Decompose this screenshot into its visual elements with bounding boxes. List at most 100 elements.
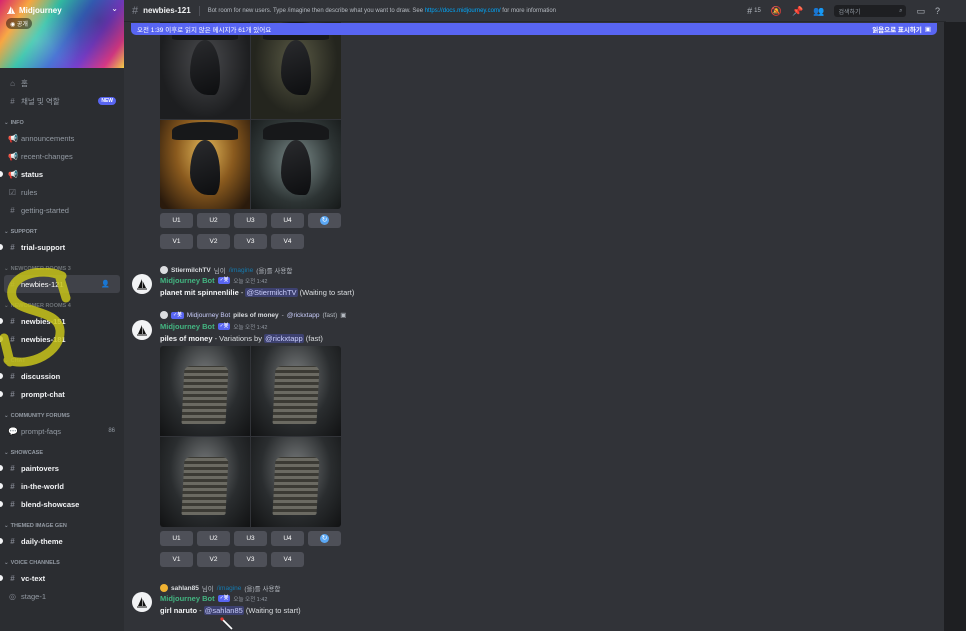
channel-prompt-chat[interactable]: # prompt-chat — [0, 385, 124, 403]
v3-button[interactable]: V3 — [234, 552, 267, 567]
user-mention[interactable]: @rickxtapp — [287, 312, 320, 319]
sidebar-item-home[interactable]: ⌂ 홈 — [0, 74, 124, 92]
category-newcomer-4[interactable]: ⌄ NEWCOMER ROOMS 4 — [0, 300, 124, 312]
channel-prompt-faqs[interactable]: 💬 prompt-faqs 86 — [0, 422, 124, 440]
image-tile[interactable] — [251, 22, 341, 119]
help-button[interactable]: ? — [935, 6, 940, 16]
unread-indicator — [0, 575, 3, 581]
u3-button[interactable]: U3 — [234, 531, 267, 546]
avatar — [160, 584, 168, 592]
channel-blend-showcase[interactable]: # blend-showcase — [0, 495, 124, 513]
v2-button[interactable]: V2 — [197, 552, 230, 567]
image-tile[interactable] — [251, 120, 341, 209]
image-tile[interactable] — [160, 22, 250, 119]
member-list-button[interactable]: 👥 — [813, 6, 824, 17]
docs-link[interactable]: https://docs.midjourney.com/ — [425, 8, 501, 14]
pinned-button[interactable]: 📌 — [792, 6, 803, 17]
v4-button[interactable]: V4 — [271, 552, 304, 567]
u4-button[interactable]: U4 — [271, 213, 304, 228]
reply-text: (fast) — [322, 311, 338, 319]
reply-username[interactable]: Midjourney Bot — [187, 312, 230, 319]
author-name[interactable]: Midjourney Bot — [160, 594, 215, 603]
sidebar-item-channels-roles[interactable]: # 채널 및 역할 NEW — [0, 92, 124, 110]
channel-daily-theme[interactable]: # daily-theme — [0, 532, 124, 550]
channel-newbies-121[interactable]: # newbies-121 👤 — [4, 275, 120, 293]
category-showcase[interactable]: ⌄ SHOWCASE — [0, 447, 124, 459]
channel-stage-1[interactable]: ◎ stage-1 — [0, 587, 124, 605]
channel-paintovers[interactable]: # paintovers — [0, 459, 124, 477]
channel-newbies-181[interactable]: # newbies-181 — [0, 330, 124, 348]
members-icon: 👥 — [813, 5, 825, 16]
u3-button[interactable]: U3 — [234, 213, 267, 228]
user-mention[interactable]: @StiermilchTV — [245, 288, 298, 297]
message-list[interactable]: U1 U2 U3 U4 ↻ V1 V2 V3 V4 StiermilchTV 님… — [124, 22, 944, 631]
u2-button[interactable]: U2 — [197, 531, 230, 546]
image-tile[interactable] — [251, 346, 341, 436]
channel-trial-support[interactable]: # trial-support — [0, 238, 124, 256]
channel-discussion[interactable]: # discussion — [0, 367, 124, 385]
server-header[interactable]: Midjourney — [6, 5, 62, 15]
image-tile[interactable] — [160, 120, 250, 209]
reply-username[interactable]: sahlan85 — [171, 585, 199, 592]
reroll-icon: ↻ — [320, 216, 329, 225]
user-mention[interactable]: @rickxtapp — [264, 334, 304, 343]
channel-in-the-world[interactable]: # in-the-world — [0, 477, 124, 495]
u1-button[interactable]: U1 — [160, 213, 193, 228]
hash-icon: # — [10, 481, 15, 491]
v4-button[interactable]: V4 — [271, 234, 304, 249]
beak-shape — [190, 140, 220, 195]
server-banner[interactable]: Midjourney ⌄ ◉ 공개 — [0, 0, 124, 68]
reroll-button[interactable]: ↻ — [308, 531, 341, 546]
status-text: (Waiting to start) — [243, 606, 301, 615]
bot-avatar[interactable] — [132, 592, 152, 612]
u1-button[interactable]: U1 — [160, 531, 193, 546]
category-voice-channels[interactable]: ⌄ VOICE CHANNELS — [0, 557, 124, 569]
search-input[interactable]: 검색하기 ⌕ — [834, 5, 907, 17]
add-user-icon[interactable]: 👤 — [101, 280, 110, 288]
reroll-button[interactable]: ↻ — [308, 213, 341, 228]
image-tile[interactable] — [160, 346, 250, 436]
bot-avatar[interactable] — [132, 320, 152, 340]
channel-getting-started[interactable]: # getting-started — [0, 201, 124, 219]
author-name[interactable]: Midjourney Bot — [160, 322, 215, 331]
inbox-button[interactable]: ▭ — [916, 6, 925, 17]
category-support[interactable]: ⌄ SUPPORT — [0, 226, 124, 238]
image-tile[interactable] — [160, 437, 250, 527]
channel-sidebar: Midjourney ⌄ ◉ 공개 ⌂ 홈 # 채널 및 역할 NEW ⌄ INFO 📢… — [0, 0, 124, 631]
v3-button[interactable]: V3 — [234, 234, 267, 249]
channel-recent-changes[interactable]: 📢 recent-changes — [0, 147, 124, 165]
channel-announcements[interactable]: 📢 announcements — [0, 129, 124, 147]
threads-button[interactable]: #15 — [747, 6, 761, 16]
category-community-forums[interactable]: ⌄ COMMUNITY FORUMS — [0, 410, 124, 422]
reply-context[interactable]: ✓봇 Midjourney Bot piles of money - @rick… — [160, 311, 346, 319]
image-tile[interactable] — [251, 437, 341, 527]
category-themed-image-gen[interactable]: ⌄ THEMED IMAGE GEN — [0, 520, 124, 532]
category-info[interactable]: ⌄ INFO — [0, 117, 124, 129]
category-newcomer-3[interactable]: ⌄ NEWCOMER ROOMS 3 — [0, 263, 124, 275]
author-name[interactable]: Midjourney Bot — [160, 276, 215, 285]
v1-button[interactable]: V1 — [160, 234, 193, 249]
image-grid-2[interactable] — [160, 346, 341, 527]
mute-button[interactable]: 🔕 — [771, 6, 782, 17]
channel-newbies-151[interactable]: # newbies-151 — [0, 312, 124, 330]
beak-shape — [190, 40, 220, 95]
chevron-down-icon[interactable]: ⌄ — [111, 4, 118, 13]
scrollbar-track[interactable] — [944, 22, 966, 631]
user-mention[interactable]: @sahlan85 — [203, 606, 244, 615]
u2-button[interactable]: U2 — [197, 213, 230, 228]
channel-topic[interactable]: Bot room for new users. Type /imagine th… — [208, 8, 556, 14]
category-chat[interactable]: ⌄ CHAT — [0, 355, 124, 367]
reply-context[interactable]: StiermilchTV 님이 /imagine (을)를 사용함 — [160, 265, 292, 275]
u4-button[interactable]: U4 — [271, 531, 304, 546]
bot-avatar[interactable] — [132, 274, 152, 294]
v2-button[interactable]: V2 — [197, 234, 230, 249]
mark-as-read-button[interactable]: 읽음으로 표시하기 ▣ — [872, 24, 931, 34]
image-grid-1[interactable] — [160, 22, 341, 209]
channel-rules[interactable]: ☑ rules — [0, 183, 124, 201]
reply-context[interactable]: sahlan85 님이 /imagine (을)를 사용함 — [160, 583, 280, 593]
channel-vc-text[interactable]: # vc-text — [0, 569, 124, 587]
v1-button[interactable]: V1 — [160, 552, 193, 567]
channel-status[interactable]: 📢 status — [0, 165, 124, 183]
reply-username[interactable]: StiermilchTV — [171, 267, 211, 274]
new-messages-bar[interactable]: 오전 1:39 이후로 읽지 않은 메시지가 61개 있어요 읽음으로 표시하기… — [131, 23, 937, 35]
